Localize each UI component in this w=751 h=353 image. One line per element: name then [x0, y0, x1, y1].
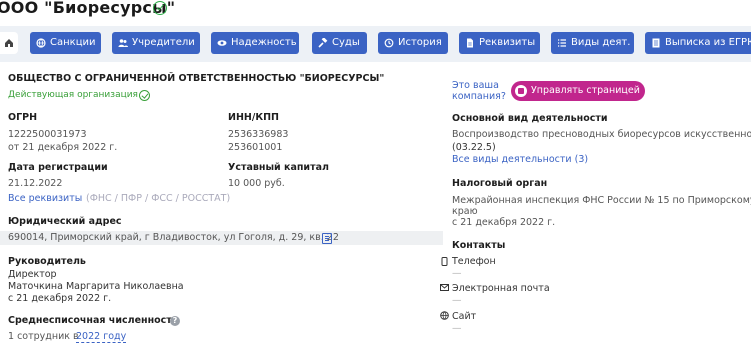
contacts-label: Контакты [452, 240, 506, 251]
main-activity-code: (03.22.5) [452, 142, 496, 153]
main-activity-text: Воспроизводство пресноводных биоресурсов… [452, 129, 751, 140]
tab-reliability-label: Надежность [231, 37, 297, 48]
inn-kpp-label: ИНН/КПП [228, 112, 279, 123]
owner-prompt-line2[interactable]: компания? [452, 91, 506, 103]
ogrn-label: ОГРН [8, 112, 38, 123]
list-icon [558, 39, 566, 47]
tab-activities-label: Виды деят. [571, 37, 631, 48]
tab-egrul-extract-label: Выписка из ЕГРЮЛ [665, 37, 751, 48]
manage-page-button[interactable]: Управлять страницей [511, 81, 645, 101]
employees-label: Среднесписочная численность [8, 315, 178, 326]
employees-count: 1 сотрудник в [8, 331, 79, 342]
page-title: ООО "Биоресурсы" [0, 0, 176, 17]
tab-courts[interactable]: Суды [312, 32, 367, 54]
tab-history-label: История [398, 37, 442, 48]
mail-icon [440, 284, 449, 291]
employees-year-text: 2022 году [76, 331, 127, 343]
tab-reliability[interactable]: Надежность [211, 32, 299, 54]
email-value: — [452, 295, 462, 306]
document-icon [467, 38, 473, 48]
phone-label: Телефон [452, 256, 496, 267]
copy-icon[interactable] [322, 233, 332, 244]
report-icon [652, 38, 660, 48]
tax-line1: Межрайонная инспекция ФНС России № 15 по… [452, 195, 751, 206]
status-text: Действующая организация [8, 90, 138, 100]
home-button[interactable] [0, 32, 18, 54]
head-date: с 21 декабря 2022 г. [8, 293, 112, 304]
head-role: Директор [8, 269, 57, 280]
address-label: Юридический адрес [8, 216, 122, 227]
tab-courts-label: Суды [332, 37, 360, 48]
manage-icon [515, 85, 527, 97]
all-activities-link[interactable]: Все виды деятельности (3) [452, 154, 588, 166]
tax-label: Налоговый орган [452, 178, 548, 189]
ogrn-value: 1222500031973 [8, 129, 87, 140]
company-full-name: ОБЩЕСТВО С ОГРАНИЧЕННОЙ ОТВЕТСТВЕННОСТЬЮ… [8, 73, 385, 84]
tab-sanctions-label: Санкции [50, 37, 96, 48]
users-icon [118, 39, 128, 47]
history-icon [384, 38, 394, 48]
tab-history[interactable]: История [378, 32, 448, 54]
kpp-value: 253601001 [228, 142, 283, 153]
tab-requisites[interactable]: Реквизиты [459, 32, 540, 54]
employees-year-link[interactable]: 2022 году [76, 331, 127, 343]
tab-requisites-label: Реквизиты [479, 37, 536, 48]
tax-date: с 21 декабря 2022 г. [452, 217, 556, 228]
registration-label: Дата регистрации [8, 162, 108, 173]
email-label: Электронная почта [452, 283, 550, 294]
tab-sanctions[interactable]: Санкции [30, 32, 101, 54]
head-name: Маточкина Маргарита Николаевна [8, 281, 184, 292]
manage-page-label: Управлять страницей [531, 85, 640, 96]
tab-egrul-extract[interactable]: Выписка из ЕГРЮЛ [645, 32, 751, 54]
home-icon [5, 39, 13, 47]
registration-value: 21.12.2022 [8, 178, 63, 189]
globe-icon [36, 38, 46, 48]
address-value: 690014, Приморский край, г Владивосток, … [8, 232, 339, 243]
main-activity-label: Основной вид деятельности [452, 113, 608, 124]
site-label: Сайт [452, 311, 477, 322]
active-check-icon [139, 90, 150, 101]
gavel-icon [318, 38, 328, 48]
capital-label: Уставный капитал [228, 162, 329, 173]
phone-icon [441, 257, 448, 266]
tab-activities[interactable]: Виды деят. [551, 32, 634, 54]
eye-icon [217, 40, 227, 46]
inn-value: 2536336983 [228, 129, 289, 140]
head-label: Руководитель [8, 256, 86, 267]
help-icon[interactable]: ? [170, 316, 180, 326]
tab-founders[interactable]: Учредители [112, 32, 200, 54]
ogrn-date: от 21 декабря 2022 г. [8, 142, 118, 153]
requisites-sources: (ФНС / ПФР / ФСС / РОССТАТ) [86, 193, 231, 204]
globe-site-icon [440, 311, 449, 320]
all-requisites-link[interactable]: Все реквизиты [8, 193, 82, 205]
phone-value: — [452, 268, 462, 279]
tab-founders-label: Учредители [132, 37, 195, 48]
capital-value: 10 000 руб. [228, 178, 285, 189]
verified-icon [153, 1, 167, 15]
site-value: — [452, 323, 462, 334]
